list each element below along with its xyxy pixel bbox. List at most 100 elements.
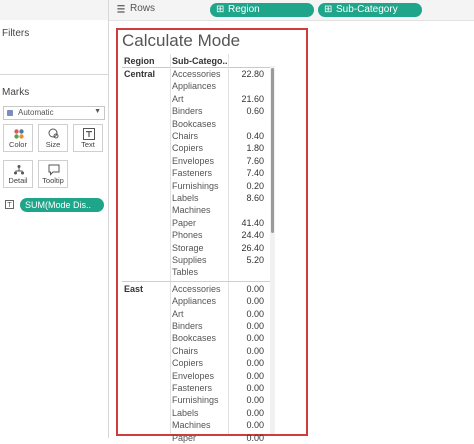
table-row[interactable]: Labels 8.60 [122,192,270,204]
table-row[interactable]: Tables [122,266,270,278]
table-row[interactable]: Chairs 0.40 [122,130,270,142]
table-row[interactable]: Furnishings 0.00 [122,394,270,406]
table-row[interactable]: Machines 0.00 [122,419,270,431]
sub-category-cell: Labels [172,193,199,203]
region-separator [122,280,270,282]
table-row[interactable]: Binders 0.60 [122,105,270,117]
value-cell: 0.60 [246,106,264,117]
value-cell: 22.80 [241,69,264,79]
table-row[interactable]: Art 21.60 [122,93,270,105]
sub-category-cell: Furnishings [172,180,219,191]
table-row[interactable]: Fasteners 0.00 [122,382,270,394]
sub-category-cell: Fasteners [172,383,213,393]
expand-icon: ⊞ [324,4,333,15]
scrollbar-thumb[interactable] [271,68,274,233]
sub-category-cell: Paper [172,217,197,228]
mark-type-select[interactable]: Automatic ▼ [3,106,105,120]
table-row[interactable]: Bookcases 0.00 [122,332,270,344]
filters-title: Filters [2,28,30,39]
sub-category-cell: Furnishings [172,395,219,406]
sub-category-cell: Machines [172,205,211,216]
left-panel: Filters Marks [0,20,109,438]
value-cell: 0.00 [246,370,264,381]
value-cell: 0.00 [246,358,264,369]
region-cell: Central [124,69,156,79]
value-cell: 21.60 [241,93,264,104]
sub-category-cell: Bookcases [172,333,217,344]
table-row[interactable]: Fasteners 7.40 [122,167,270,179]
tooltip-button-label: Tooltip [42,176,64,185]
color-button-label: Color [9,140,27,149]
text-button-label: Text [81,140,95,149]
value-cell: 8.60 [246,193,264,203]
sub-category-cell: Labels [172,407,199,418]
table-row[interactable]: Envelopes 0.00 [122,370,270,382]
table-row[interactable]: Phones 24.40 [122,229,270,241]
table-row[interactable]: Appliances [122,80,270,92]
sub-category-cell: Phones [172,230,203,241]
value-cell: 0.00 [246,333,264,344]
sub-category-pill-label: Sub-Category [336,4,398,15]
value-cell: 26.40 [241,242,264,253]
table-row[interactable]: Supplies 5.20 [122,254,270,266]
table-row[interactable]: Machines [122,204,270,216]
region-pill[interactable]: ⊞ Region [210,3,314,17]
sub-category-cell: Accessories [172,283,221,294]
value-cell: 7.60 [246,155,264,166]
text-button[interactable]: Text [73,124,103,152]
table-row[interactable]: East Accessories 0.00 [122,283,270,295]
measure-pill[interactable]: SUM(Mode Dis.. [20,198,104,212]
table-row[interactable]: Art 0.00 [122,308,270,320]
sub-category-pill[interactable]: ⊞ Sub-Category [318,3,422,17]
value-cell: 0.00 [246,395,264,406]
table-row[interactable]: Storage 26.40 [122,242,270,254]
mark-type-value: Automatic [18,108,54,117]
sub-category-cell: Storage [172,242,204,253]
sub-category-cell: Appliances [172,81,217,92]
sub-category-cell: Bookcases [172,118,217,129]
value-cell: 0.00 [246,383,264,393]
sub-category-cell: Art [172,93,184,104]
sub-category-header[interactable]: Sub-Catego.. [172,56,228,66]
table-row[interactable]: Envelopes 7.60 [122,155,270,167]
sub-category-cell: Art [172,308,184,319]
detail-button[interactable]: Detail [3,160,33,188]
table-row[interactable]: Central Accessories 22.80 [122,68,270,80]
table-row[interactable]: Appliances 0.00 [122,295,270,307]
table-row[interactable]: Bookcases [122,118,270,130]
view-title: Calculate Mode [122,31,241,50]
value-cell: 24.40 [241,230,264,241]
sub-category-cell: Supplies [172,255,207,265]
table-row[interactable]: Copiers 1.80 [122,142,270,154]
size-button-label: Size [45,140,61,149]
table-row[interactable]: Furnishings 0.20 [122,180,270,192]
color-icon [14,129,24,139]
table-row[interactable]: Chairs 0.00 [122,345,270,357]
size-button[interactable]: Size [38,124,68,152]
rows-shelf-label: Rows [130,3,156,14]
value-cell: 0.40 [246,131,264,141]
table-row[interactable]: Paper 41.40 [122,217,270,229]
sub-category-cell: Copiers [172,143,204,154]
tooltip-button[interactable]: Tooltip [38,160,68,188]
table-row[interactable]: Copiers 0.00 [122,357,270,369]
value-cell: 0.00 [246,283,264,294]
value-cell: 7.40 [246,168,264,179]
table-row[interactable]: Binders 0.00 [122,320,270,332]
text-icon [83,128,95,140]
detail-icon [14,165,24,175]
region-cell: East [124,283,144,294]
value-cell: 0.00 [246,308,264,319]
chevron-down-icon: ▼ [94,108,101,115]
sub-category-cell: Copiers [172,358,204,369]
region-header[interactable]: Region [124,56,155,66]
table-row[interactable]: Labels 0.00 [122,407,270,419]
color-button[interactable]: Color [3,124,33,152]
sub-category-cell: Binders [172,106,203,117]
automatic-mark-icon [7,110,13,116]
sub-category-cell: Accessories [172,69,221,79]
region-pill-label: Region [228,4,260,15]
tooltip-icon [48,164,60,176]
text-mark-icon: T [5,200,14,209]
sub-category-cell: Chairs [172,345,199,356]
